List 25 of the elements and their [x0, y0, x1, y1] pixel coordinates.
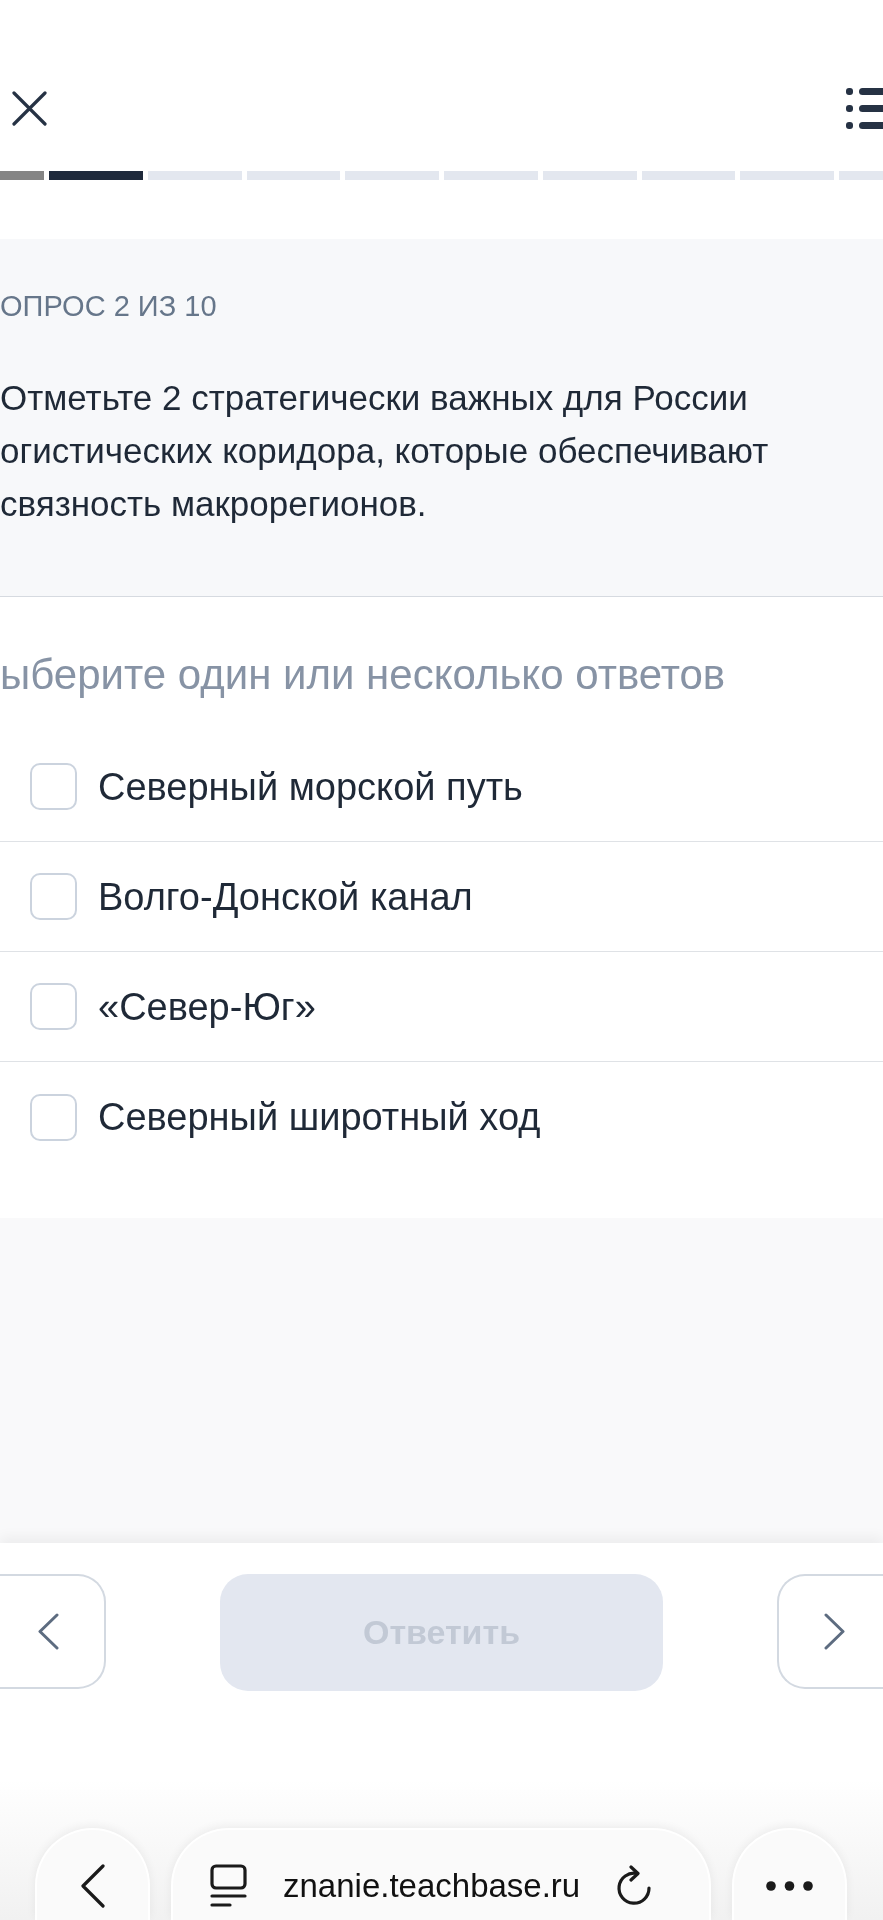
checkbox[interactable] [30, 873, 77, 920]
browser-back-button[interactable] [35, 1828, 150, 1920]
next-button[interactable] [777, 1574, 883, 1689]
address-bar[interactable]: znanie.teachbase.ru [171, 1828, 711, 1920]
reload-icon[interactable] [616, 1865, 654, 1907]
question-text: Отметьте 2 стратегически важных для России огистических коридора, которые обеспечивают связность макрорегионов. [0, 377, 770, 525]
chevron-left-icon [80, 1864, 105, 1908]
previous-button[interactable] [0, 1574, 106, 1689]
page-icon[interactable] [210, 1864, 247, 1908]
more-button[interactable] [732, 1828, 847, 1920]
chevron-left-icon [38, 1613, 59, 1650]
checkbox[interactable] [30, 1093, 77, 1141]
close-icon[interactable] [12, 91, 47, 126]
option-label[interactable]: Волго-Донской канал [98, 873, 473, 920]
ellipsis-icon [766, 1881, 813, 1891]
checkbox[interactable] [30, 763, 77, 810]
checkbox[interactable] [30, 983, 77, 1030]
option-label[interactable]: Северный широтный ход [98, 1094, 541, 1140]
option-label[interactable]: Северный морской путь [98, 763, 523, 810]
list-icon[interactable] [846, 88, 883, 129]
url-text[interactable]: znanie.teachbase.ru [283, 1866, 581, 1906]
question-counter: ОПРОС 2 ИЗ 10 [0, 289, 217, 324]
option-label[interactable]: «Север-Юг» [98, 983, 316, 1030]
chevron-right-icon [824, 1613, 845, 1650]
instruction-text: ыберите один или несколько ответов [0, 650, 726, 700]
